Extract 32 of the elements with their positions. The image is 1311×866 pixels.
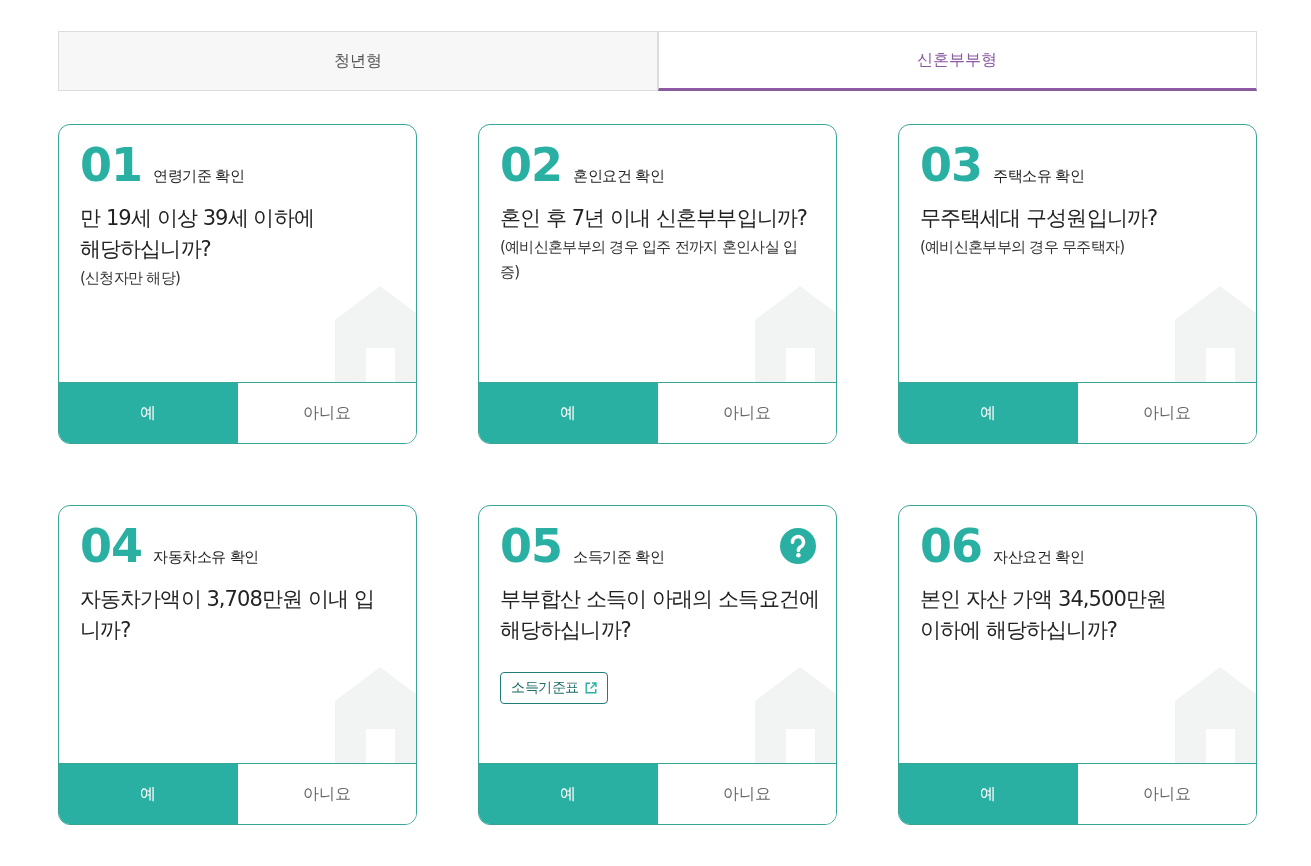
note-text: (예비신혼부부의 경우 무주택자)	[920, 237, 1126, 258]
step-title: 연령기준 확인	[153, 167, 245, 186]
tab[interactable]: 신혼부부형	[657, 31, 1257, 91]
step-title: 자산요건 확인	[993, 548, 1085, 567]
house-icon	[335, 286, 416, 382]
external-link-icon	[585, 682, 597, 694]
step-title: 소득기준 확인	[573, 548, 665, 567]
step-title: 주택소유 확인	[993, 167, 1085, 186]
house-icon	[755, 667, 836, 763]
step-title: 혼인요건 확인	[573, 167, 665, 186]
house-icon	[1175, 286, 1256, 382]
note-text: (예비신혼부부의 경우 입주 전까지 혼인사실 입 증)	[500, 237, 799, 283]
step-number: 06	[920, 518, 982, 574]
house-icon	[1175, 667, 1256, 763]
question-text: 만 19세 이상 39세 이하에 해당하십니까?	[80, 205, 315, 263]
house-icon	[755, 286, 836, 382]
income-table-link[interactable]: 소득기준표	[500, 672, 608, 704]
tab[interactable]: 청년형	[58, 31, 658, 91]
step-number: 02	[500, 137, 562, 193]
step-number: 05	[500, 518, 562, 574]
question-text: 본인 자산 가액 34,500만원 이하에 해당하십니까?	[920, 586, 1168, 644]
step-number: 04	[80, 518, 142, 574]
question-text: 혼인 후 7년 이내 신혼부부입니까?	[500, 205, 809, 232]
step-title: 자동차소유 확인	[153, 548, 259, 567]
question-text: 자동차가액이 3,708만원 이내 입 니까?	[80, 586, 376, 644]
question-text: 부부합산 소득이 아래의 소득요건에 해당하십니까?	[500, 586, 820, 644]
note-text: (신청자만 해당)	[80, 268, 182, 289]
step-number: 03	[920, 137, 982, 193]
question-text: 무주택세대 구성원입니까?	[920, 205, 1159, 232]
house-icon	[335, 667, 416, 763]
step-number: 01	[80, 137, 142, 193]
help-icon[interactable]	[780, 528, 816, 564]
